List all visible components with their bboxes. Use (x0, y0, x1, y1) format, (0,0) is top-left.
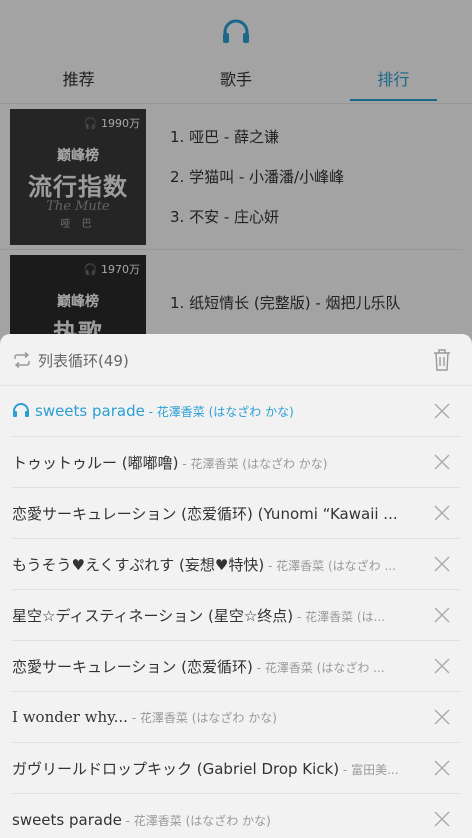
song-singer: - 花澤香菜 (はなざわ かな) (144, 405, 294, 419)
now-playing-icon (13, 403, 29, 417)
playlist-item[interactable]: sweets parade - 花澤香菜 (はなざわ かな) (12, 386, 460, 437)
close-icon[interactable] (434, 658, 450, 674)
playlist-item[interactable]: ガヴリールドロップキック (Gabriel Drop Kick) - 富田美..… (12, 743, 460, 794)
close-icon[interactable] (434, 709, 450, 725)
playlist-item[interactable]: I wonder why... - 花澤香菜 (はなざわ かな) (12, 692, 460, 743)
play-mode-label[interactable]: 列表循环(49) (38, 350, 129, 371)
playlist-item[interactable]: sweets parade - 花澤香菜 (はなざわ かな) (12, 794, 460, 838)
close-icon[interactable] (434, 403, 450, 419)
song-title: 星空☆ディスティネーション (星空☆终点) (12, 606, 294, 625)
playlist-item[interactable]: 星空☆ディスティネーション (星空☆终点) - 花澤香菜 (は... (12, 590, 460, 641)
song-title: 恋愛サーキュレーション (恋爱循环) (12, 657, 253, 676)
close-icon[interactable] (434, 505, 450, 521)
song-singer: - 花澤香菜 (は... (293, 609, 386, 624)
song-singer: - 花澤香菜 (はなざわ ... (264, 558, 396, 573)
song-title: もうそう♥えくすぷれす (妄想♥特快) (12, 555, 265, 574)
song-title: sweets parade (12, 810, 122, 829)
song-title: sweets parade (35, 402, 145, 420)
playlist-item[interactable]: トゥットゥルー (嘟嘟噜) - 花澤香菜 (はなざわ かな) (12, 437, 460, 488)
song-singer: - 花澤香菜 (はなざわ かな) (178, 456, 328, 471)
playlist-item[interactable]: 恋愛サーキュレーション (恋爱循环) (Yunomi “Kawaii ... (12, 488, 460, 539)
close-icon[interactable] (434, 760, 450, 776)
song-title: 恋愛サーキュレーション (恋爱循环) (Yunomi “Kawaii ... (12, 504, 398, 523)
playlist-item[interactable]: もうそう♥えくすぷれす (妄想♥特快) - 花澤香菜 (はなざわ ... (12, 539, 460, 590)
playlist-header: 列表循环(49) (0, 334, 472, 386)
song-title: ガヴリールドロップキック (Gabriel Drop Kick) (12, 759, 340, 778)
song-singer: - 花澤香菜 (はなざわ かな) (121, 813, 271, 828)
playlist-item[interactable]: 恋愛サーキュレーション (恋爱循环) - 花澤香菜 (はなざわ ... (12, 641, 460, 692)
close-icon[interactable] (434, 811, 450, 827)
song-title: I wonder why... (12, 708, 128, 726)
song-singer: - 花澤香菜 (はなざわ かな) (127, 711, 277, 725)
close-icon[interactable] (434, 454, 450, 470)
playlist-items: sweets parade - 花澤香菜 (はなざわ かな) トゥットゥルー (… (0, 386, 472, 838)
trash-icon[interactable] (432, 348, 452, 372)
song-title: トゥットゥルー (嘟嘟噜) (12, 453, 179, 472)
loop-icon[interactable] (12, 352, 32, 368)
close-icon[interactable] (434, 556, 450, 572)
song-singer: - 富田美... (339, 762, 399, 777)
playlist-sheet: 列表循环(49) sweets parade - 花澤香菜 (はなざわ かな) … (0, 334, 472, 838)
close-icon[interactable] (434, 607, 450, 623)
song-singer: - 花澤香菜 (はなざわ ... (252, 660, 385, 675)
